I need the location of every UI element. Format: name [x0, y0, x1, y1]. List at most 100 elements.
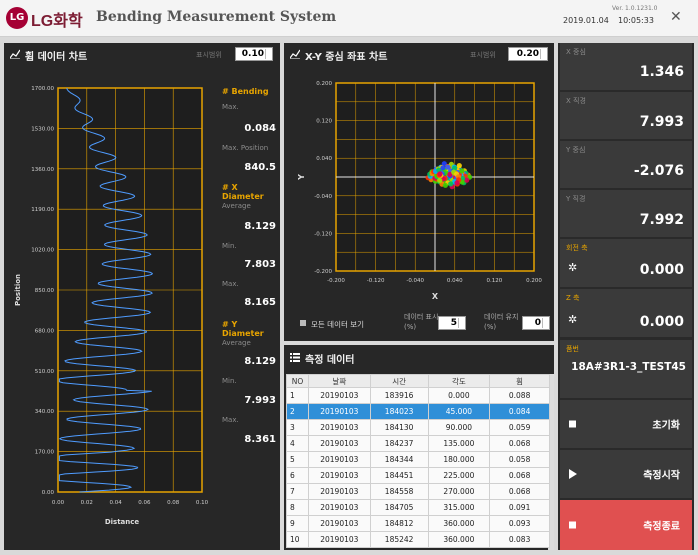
col-no[interactable]: NO	[286, 374, 309, 388]
cell-date: 20190103	[307, 419, 371, 436]
cell-angle: 90.000	[427, 419, 491, 436]
y-tick-label: 0.040	[316, 156, 332, 162]
cell-time: 184344	[369, 451, 429, 468]
cell-date: 20190103	[307, 451, 371, 468]
cell-bending: 0.093	[489, 515, 550, 532]
cell-no: 2	[286, 403, 309, 420]
gear-icon[interactable]: ✲	[568, 261, 577, 274]
x-center-cell: X 중심 1.346	[560, 43, 692, 90]
table-row[interactable]: 9 20190103 184812 360.000 0.093	[286, 515, 550, 532]
start-button[interactable]: 측정시작	[560, 450, 692, 498]
cell-angle: 225.000	[427, 467, 491, 484]
bending-chart-panel: 휨 데이터 차트 표시범위 0.10 1700.00 1530.00 1360.00…	[4, 43, 280, 550]
cell-time: 185242	[369, 531, 429, 548]
y-tick-label: 1530.00	[31, 126, 54, 132]
x-tick-label: 0.06	[138, 500, 151, 506]
x-min-value: 7.803	[244, 259, 276, 270]
cell-no: 4	[286, 435, 309, 452]
xy-range-spinner[interactable]: 0.20	[508, 47, 548, 61]
cell-no: 6	[286, 467, 309, 484]
show-all-checkbox[interactable]	[300, 320, 306, 326]
table-row[interactable]: 8 20190103 184705 315.000 0.091	[286, 499, 550, 516]
xy-point	[437, 177, 443, 183]
cell-time: 184812	[369, 515, 429, 532]
y-tick-label: 340.00	[35, 409, 55, 415]
chart-icon	[10, 49, 20, 59]
table-row[interactable]: 4 20190103 184237 135.000 0.068	[286, 435, 550, 452]
cell-bending: 0.088	[489, 387, 550, 404]
play-icon	[569, 469, 577, 479]
table-row[interactable]: 7 20190103 184558 270.000 0.068	[286, 483, 550, 500]
xy-point	[448, 181, 454, 187]
col-time[interactable]: 시간	[369, 374, 429, 388]
cell-date: 20190103	[307, 467, 371, 484]
x-tick-label: 0.040	[447, 278, 463, 284]
reset-button[interactable]: 초기화	[560, 400, 692, 448]
y-axis-label: Position	[14, 274, 22, 306]
title-bar: LG LG화학 Bending Measurement System Ver. …	[0, 0, 698, 37]
cell-angle: 360.000	[427, 531, 491, 548]
data-keep-spinner[interactable]: 0	[522, 316, 550, 330]
model-label: 품번	[566, 345, 579, 353]
data-display-spinner[interactable]: 5	[438, 316, 466, 330]
version-text: Ver. 1.0.1231.0	[612, 5, 658, 12]
cell-angle: 315.000	[427, 499, 491, 516]
cell-no: 5	[286, 451, 309, 468]
cell-bending: 0.058	[489, 451, 550, 468]
start-label: 측정시작	[643, 470, 680, 482]
cell-angle: 270.000	[427, 483, 491, 500]
y-max-value: 8.361	[244, 434, 276, 445]
cell-time: 183916	[369, 387, 429, 404]
y-tick-label: 1020.00	[31, 248, 54, 254]
x-tick-label: -0.040	[406, 278, 424, 284]
cell-angle: 180.000	[427, 451, 491, 468]
stop-button[interactable]: 측정종료	[560, 500, 692, 550]
data-keep-label: 데이터 유지(%)	[484, 313, 519, 331]
xy-point	[459, 168, 465, 174]
x-diameter-label: X 직경	[566, 97, 586, 105]
bending-range-spinner[interactable]: 0.10	[235, 47, 273, 61]
col-date[interactable]: 날짜	[307, 374, 371, 388]
close-button[interactable]: ✕	[670, 9, 682, 25]
table-row[interactable]: 5 20190103 184344 180.000 0.058	[286, 451, 550, 468]
y-tick-label: 0.120	[316, 119, 332, 125]
rotation-axis-cell: 회전 축 ✲ 0.000	[560, 239, 692, 287]
table-row[interactable]: 1 20190103 183916 0.000 0.088	[286, 387, 550, 404]
x-diameter-header: # X Diameter	[222, 183, 264, 201]
brand-name: LG화학	[31, 13, 83, 30]
bending-max-value: 0.084	[244, 123, 276, 134]
x-diameter-cell: X 직경 7.993	[560, 92, 692, 139]
list-icon	[290, 353, 300, 362]
cell-angle: 135.000	[427, 435, 491, 452]
y-diameter-header: # Y Diameter	[222, 320, 264, 338]
gear-icon[interactable]: ✲	[568, 313, 577, 326]
y-tick-label: -0.120	[314, 231, 332, 237]
show-all-label: 모든 데이터 보기	[311, 320, 365, 329]
app-title: Bending Measurement System	[96, 9, 337, 25]
table-row[interactable]: 2 20190103 184023 45.000 0.084	[286, 403, 550, 420]
xy-chart-panel: X-Y 중심 좌표 차트 표시범위 0.20 0.200 0.120 0.040 -0…	[284, 43, 554, 341]
y-tick-label: 1700.00	[31, 86, 54, 92]
measure-data-title: 측정 데이터	[305, 355, 355, 366]
cell-no: 10	[286, 531, 309, 548]
z-axis-value: 0.000	[639, 314, 684, 330]
cell-angle: 0.000	[427, 387, 491, 404]
lg-logo-icon: LG	[6, 7, 28, 29]
y-tick-label: -0.040	[314, 194, 332, 200]
cell-no: 9	[286, 515, 309, 532]
x-axis-label: Distance	[105, 518, 140, 526]
table-row[interactable]: 10 20190103 185242 360.000 0.083	[286, 531, 550, 548]
bending-header: # Bending	[222, 87, 269, 96]
display-range-label: 표시범위	[196, 51, 222, 59]
measure-data-table: NO 날짜 시간 각도 휨 1 20190103 183916 0.000 0.088 2…	[286, 374, 550, 548]
y-diameter-cell: Y 직경 7.992	[560, 190, 692, 237]
x-max-label: Max.	[222, 280, 239, 288]
table-row[interactable]: 3 20190103 184130 90.000 0.059	[286, 419, 550, 436]
cell-date: 20190103	[307, 483, 371, 500]
x-tick-label: 0.02	[81, 500, 93, 506]
col-bending[interactable]: 휨	[489, 374, 550, 388]
cell-time: 184705	[369, 499, 429, 516]
col-angle[interactable]: 각도	[427, 374, 491, 388]
y-tick-label: 0.200	[316, 81, 332, 87]
table-row[interactable]: 6 20190103 184451 225.000 0.068	[286, 467, 550, 484]
